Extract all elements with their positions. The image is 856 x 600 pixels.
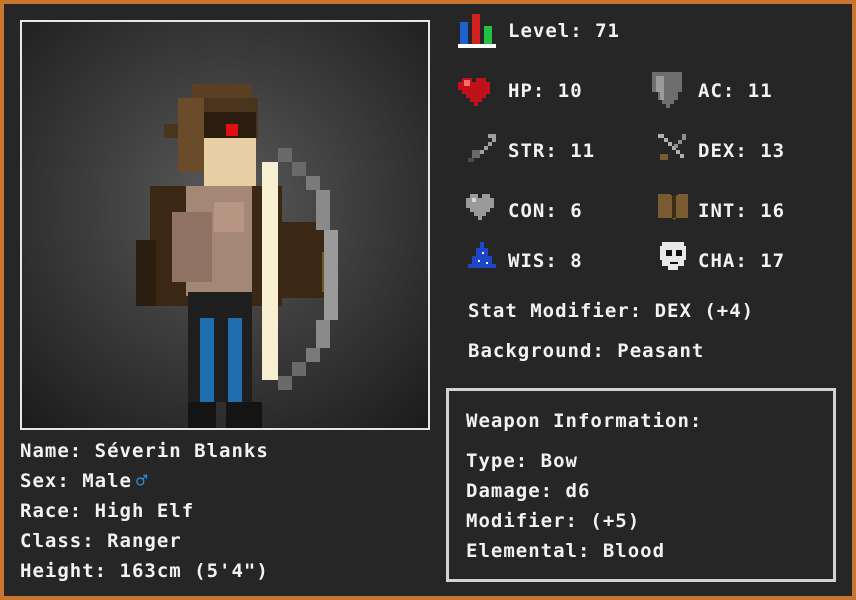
stat-dex-value: 13 — [760, 140, 786, 162]
ranger-sprite — [136, 84, 338, 428]
stat-hp-value: 10 — [557, 80, 583, 102]
stat-con-value: 6 — [570, 200, 583, 222]
stat-modifier: Stat Modifier: DEX (+4) — [468, 300, 755, 322]
weapon-type: Type: Bow — [466, 450, 578, 472]
weapon-info-panel: Weapon Information: Type: Bow Damage: d6… — [446, 388, 836, 582]
character-background: Background: Peasant — [468, 340, 705, 362]
stat-ac-label: AC: — [698, 80, 736, 102]
crossed-daggers-icon — [658, 134, 686, 160]
stat-ac-value: 11 — [747, 80, 773, 102]
mask-icon — [660, 242, 686, 270]
stat-con: CON: 6 — [508, 200, 583, 222]
level-bars-icon — [458, 14, 496, 48]
character-class: Class: Ranger — [20, 530, 182, 552]
stat-wis-label: WIS: — [508, 250, 558, 272]
stat-str-value: 11 — [570, 140, 596, 162]
stat-wis-value: 8 — [570, 250, 583, 272]
weapon-info-title: Weapon Information: — [466, 410, 703, 432]
shield-icon — [652, 72, 682, 108]
character-sheet: Name: Séverin Blanks Sex: Male ♂ Race: Hi… — [4, 4, 852, 596]
character-portrait — [20, 20, 430, 430]
weapon-damage: Damage: d6 — [466, 480, 591, 502]
stat-int: INT: 16 — [698, 200, 785, 222]
wizard-hat-icon — [468, 242, 496, 268]
stat-hp-label: HP: — [508, 80, 546, 102]
stat-int-value: 16 — [760, 200, 786, 222]
weapon-elemental: Elemental: Blood — [466, 540, 666, 562]
character-sex: Sex: Male ♂ — [20, 470, 148, 492]
character-race: Race: High Elf — [20, 500, 195, 522]
stat-str: STR: 11 — [508, 140, 595, 162]
stat-dex: DEX: 13 — [698, 140, 785, 162]
sword-icon — [468, 134, 496, 162]
stat-cha: CHA: 17 — [698, 250, 785, 272]
level-value: 71 — [595, 20, 620, 42]
stat-hp: HP: 10 — [508, 80, 583, 102]
stat-dex-label: DEX: — [698, 140, 748, 162]
level-readout: Level: 71 — [508, 20, 620, 42]
character-name: Name: Séverin Blanks — [20, 440, 269, 462]
stat-str-label: STR: — [508, 140, 558, 162]
heart-icon — [458, 78, 490, 106]
book-icon — [658, 194, 688, 220]
stat-wis: WIS: 8 — [508, 250, 583, 272]
stat-con-label: CON: — [508, 200, 558, 222]
stat-int-label: INT: — [698, 200, 748, 222]
sex-label: Sex: Male — [20, 470, 132, 492]
character-height: Height: 163cm (5'4") — [20, 560, 269, 582]
male-symbol-icon: ♂ — [135, 470, 149, 492]
stat-ac: AC: 11 — [698, 80, 773, 102]
stat-cha-label: CHA: — [698, 250, 748, 272]
grey-heart-icon — [466, 194, 494, 220]
level-label: Level: — [508, 20, 583, 42]
stat-cha-value: 17 — [760, 250, 786, 272]
weapon-modifier: Modifier: (+5) — [466, 510, 641, 532]
